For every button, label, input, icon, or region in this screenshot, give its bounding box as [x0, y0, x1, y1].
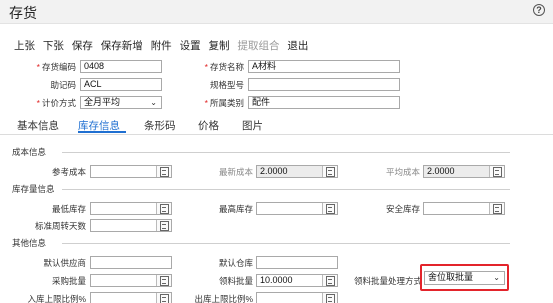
- title-bar: 存货 ?: [0, 0, 553, 24]
- calculator-icon[interactable]: [156, 220, 171, 231]
- tab-basic-info[interactable]: 基本信息: [17, 118, 59, 133]
- avg-cost-field: 2.0000: [423, 165, 505, 178]
- active-tab-indicator: [78, 131, 126, 133]
- tab-divider: [0, 134, 553, 135]
- stock-section-divider: [62, 189, 510, 190]
- save-button[interactable]: 保存: [72, 40, 93, 52]
- settings-button[interactable]: 设置: [180, 40, 201, 52]
- pick-batch-value: 10.0000: [260, 275, 293, 285]
- calculator-icon[interactable]: [156, 293, 171, 303]
- prev-button[interactable]: 上张: [14, 40, 35, 52]
- safe-stock-field[interactable]: [423, 202, 505, 215]
- calculator-icon[interactable]: [156, 203, 171, 214]
- tab-price[interactable]: 价格: [198, 118, 219, 133]
- default-supplier-label: 默认供应商: [43, 258, 86, 268]
- default-warehouse-label: 默认仓库: [218, 258, 253, 268]
- chevron-down-icon: ⌄: [150, 98, 157, 107]
- calculator-icon[interactable]: [489, 203, 504, 214]
- help-icon[interactable]: ?: [533, 4, 545, 16]
- exit-button[interactable]: 退出: [287, 40, 308, 52]
- spec-field[interactable]: [248, 78, 400, 91]
- pick-method-label: 领料批量处理方式: [353, 276, 422, 286]
- name-label: * 存货名称: [204, 62, 244, 72]
- turnover-days-label: 标准周转天数: [34, 221, 86, 231]
- other-section-title: 其他信息: [12, 238, 47, 248]
- tab-image[interactable]: 图片: [242, 118, 263, 133]
- ref-cost-label: 参考成本: [51, 167, 86, 177]
- pick-batch-field[interactable]: 10.0000: [256, 274, 338, 287]
- turnover-days-field[interactable]: [90, 219, 172, 232]
- latest-cost-value: 2.0000: [260, 166, 288, 176]
- purchase-batch-field[interactable]: [90, 274, 172, 287]
- code-label: * 存货编码: [36, 62, 76, 72]
- code-field[interactable]: 0408: [80, 60, 162, 73]
- name-field[interactable]: A材料: [248, 60, 400, 73]
- out-limit-field[interactable]: [256, 292, 338, 303]
- avg-cost-label: 平均成本: [385, 167, 420, 177]
- max-stock-field[interactable]: [256, 202, 338, 215]
- pricing-label: * 计价方式: [36, 98, 76, 108]
- min-stock-field[interactable]: [90, 202, 172, 215]
- extract-combo-button[interactable]: 提取组合: [237, 40, 279, 52]
- category-label: * 所属类别: [204, 98, 244, 108]
- pricing-select[interactable]: 全月平均 ⌄: [80, 96, 162, 109]
- mnemonic-label: 助记码: [50, 80, 76, 90]
- avg-cost-value: 2.0000: [427, 166, 455, 176]
- latest-cost-label: 最新成本: [218, 167, 253, 177]
- ref-cost-field[interactable]: [90, 165, 172, 178]
- out-limit-label: 出库上限比例%: [194, 294, 253, 303]
- tab-barcode[interactable]: 条形码: [144, 118, 176, 133]
- category-field[interactable]: 配件: [248, 96, 400, 109]
- calculator-icon[interactable]: [322, 275, 337, 286]
- save-new-button[interactable]: 保存新增: [101, 40, 143, 52]
- next-button[interactable]: 下张: [43, 40, 64, 52]
- highlight-box: [420, 264, 509, 291]
- purchase-batch-label: 采购批量: [51, 276, 86, 286]
- pick-batch-label: 领料批量: [218, 276, 253, 286]
- max-stock-label: 最高库存: [218, 204, 253, 214]
- pricing-select-value: 全月平均: [84, 97, 121, 107]
- default-supplier-field[interactable]: [90, 256, 172, 269]
- cost-section-title: 成本信息: [12, 147, 47, 157]
- window-title: 存货: [9, 5, 37, 21]
- copy-button[interactable]: 复制: [209, 40, 230, 52]
- other-section-divider: [62, 243, 510, 244]
- toolbar: 上张 下张 保存 保存新增 附件 设置 复制 提取组合 退出: [14, 38, 313, 53]
- spec-label: 规格型号: [209, 80, 244, 90]
- stock-section-title: 库存量信息: [12, 184, 55, 194]
- calculator-icon[interactable]: [322, 203, 337, 214]
- calculator-icon[interactable]: [322, 293, 337, 303]
- in-limit-field[interactable]: [90, 292, 172, 303]
- latest-cost-field: 2.0000: [256, 165, 338, 178]
- cost-section-divider: [62, 152, 510, 153]
- in-limit-label: 入库上限比例%: [27, 294, 86, 303]
- calculator-icon: [489, 166, 504, 177]
- calculator-icon[interactable]: [156, 166, 171, 177]
- safe-stock-label: 安全库存: [385, 204, 420, 214]
- attachment-button[interactable]: 附件: [151, 40, 172, 52]
- min-stock-label: 最低库存: [51, 204, 86, 214]
- mnemonic-field[interactable]: ACL: [80, 78, 162, 91]
- calculator-icon[interactable]: [156, 275, 171, 286]
- calculator-icon: [322, 166, 337, 177]
- default-warehouse-field[interactable]: [256, 256, 338, 269]
